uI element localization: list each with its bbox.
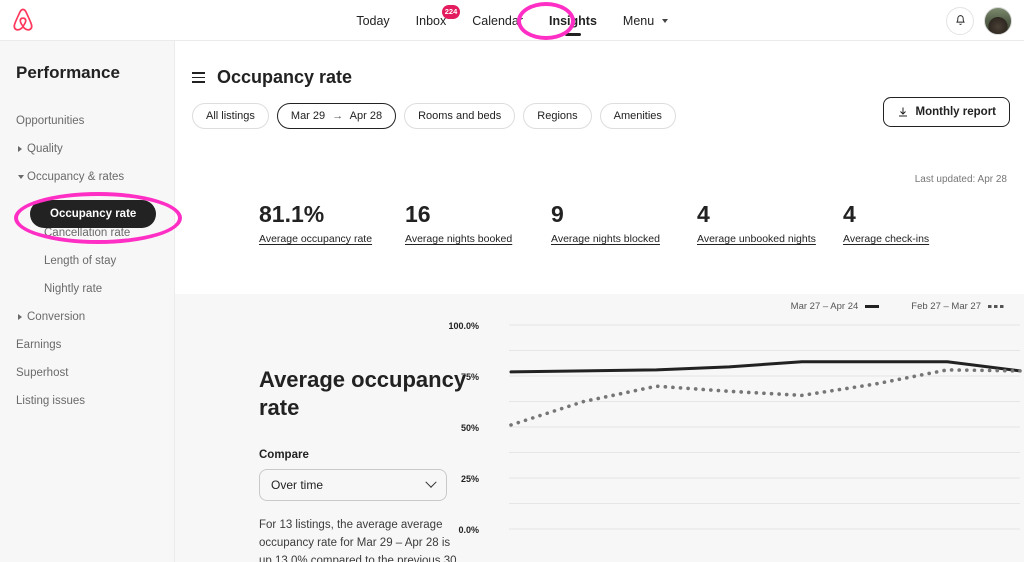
arrow-right-icon: → <box>332 110 344 122</box>
nav-item-calendar-label: Calendar <box>472 13 523 28</box>
stat-average-occupancy-rate: 81.1% Average occupancy rate <box>259 201 405 247</box>
title-row: Occupancy rate <box>192 67 1004 88</box>
stat-value: 4 <box>697 201 710 227</box>
stat-average-unbooked-nights: 4 Average unbooked nights <box>697 201 843 247</box>
sidebar-item-conversion[interactable]: Conversion <box>0 303 174 331</box>
sidebar-item-listing-issues[interactable]: Listing issues <box>0 387 174 415</box>
sidebar-item-label: Listing issues <box>16 395 86 407</box>
sidebar-item-label: Quality <box>27 143 63 155</box>
sidebar-item-label: Conversion <box>27 311 86 323</box>
stat-label[interactable]: Average nights blocked <box>551 233 660 245</box>
nav-item-inbox-label: Inbox <box>415 13 447 28</box>
sidebar-item-label: Nightly rate <box>44 283 103 295</box>
nav-items: Today Inbox 224 Calendar Insights Menu <box>0 0 1024 41</box>
chip-date-range[interactable]: Mar 29 → Apr 28 <box>276 103 397 129</box>
stat-average-check-ins: 4 Average check-ins <box>843 201 989 247</box>
occupancy-line-chart <box>509 324 1022 530</box>
download-icon <box>898 107 907 117</box>
y-axis-label-25: 25% <box>460 474 479 484</box>
sidebar-item-nightly-rate[interactable]: Nightly rate <box>0 275 174 303</box>
nav-item-insights[interactable]: Insights <box>547 11 599 31</box>
monthly-report-label: Monthly report <box>915 106 997 118</box>
sidebar-item-occupancy-and-rates[interactable]: Occupancy & rates <box>0 163 174 191</box>
chart-description: For 13 listings, the average average occ… <box>259 519 457 562</box>
stats-row: 81.1% Average occupancy rate 16 Average … <box>259 201 989 247</box>
compare-select-value: Over time <box>271 478 324 492</box>
chip-amenities[interactable]: Amenities <box>599 103 676 129</box>
nav-right-actions <box>946 0 1012 41</box>
page-title: Performance <box>16 63 120 82</box>
main-content: Occupancy rate All listings Mar 29 → Apr… <box>175 41 1024 562</box>
stat-label[interactable]: Average nights booked <box>405 233 512 245</box>
chip-all-listings[interactable]: All listings <box>192 103 269 129</box>
chevron-down-icon <box>661 19 668 24</box>
compare-label: Compare <box>259 449 309 461</box>
chart-plot-area: Mar 27 – Apr 24 Feb 27 – Mar 27 100.0% 7… <box>448 294 1024 562</box>
stat-average-nights-blocked: 9 Average nights blocked <box>551 201 697 247</box>
nav-item-today-label: Today <box>356 13 390 28</box>
sidebar-item-occupancy-rate[interactable]: Occupancy rate <box>30 200 157 228</box>
page-title-heading: Occupancy rate <box>217 67 353 87</box>
sidebar-item-label: Cancellation rate <box>44 227 131 239</box>
avatar[interactable] <box>984 6 1012 35</box>
sidebar-item-opportunities[interactable]: Opportunities <box>0 107 174 135</box>
nav-item-menu[interactable]: Menu <box>621 11 670 31</box>
chip-regions[interactable]: Regions <box>523 103 592 129</box>
sidebar-item-earnings[interactable]: Earnings <box>0 331 174 359</box>
sidebar-item-label: Occupancy & rates <box>27 171 125 183</box>
sidebar-item-label: Length of stay <box>44 255 117 267</box>
stat-label[interactable]: Average check-ins <box>843 233 929 245</box>
stat-average-nights-booked: 16 Average nights booked <box>405 201 551 247</box>
monthly-report-button[interactable]: Monthly report <box>882 97 1010 127</box>
stat-label[interactable]: Average unbooked nights <box>697 233 816 245</box>
nav-item-today[interactable]: Today <box>354 11 391 31</box>
sidebar-item-superhost[interactable]: Superhost <box>0 359 174 387</box>
compare-select[interactable]: Over time <box>259 469 447 501</box>
stat-value: 81.1% <box>259 201 325 227</box>
date-range-end: Apr 28 <box>349 110 383 122</box>
sidebar-item-label: Superhost <box>16 367 69 379</box>
nav-item-menu-label: Menu <box>622 13 655 28</box>
stat-value: 9 <box>551 201 564 227</box>
top-navigation-bar: Today Inbox 224 Calendar Insights Menu <box>0 0 1024 41</box>
nav-item-inbox[interactable]: Inbox 224 <box>414 4 461 31</box>
chevron-right-icon <box>18 314 22 320</box>
y-axis-label-75: 75% <box>460 372 479 382</box>
bell-icon[interactable] <box>946 6 974 35</box>
inbox-unread-badge: 224 <box>441 4 461 19</box>
chart-section: Average occupancy rate Compare Over time… <box>175 294 1024 562</box>
chevron-right-icon <box>18 146 22 152</box>
sidebar-item-label: Occupancy rate <box>50 208 137 220</box>
nav-item-insights-label: Insights <box>549 13 597 28</box>
hamburger-icon[interactable] <box>192 72 205 83</box>
y-axis-label-100: 100.0% <box>448 321 479 331</box>
sidebar-item-length-of-stay[interactable]: Length of stay <box>0 247 174 275</box>
y-axis-label-0: 0.0% <box>458 525 479 535</box>
chevron-down-icon <box>18 175 24 179</box>
sidebar-item-label: Earnings <box>16 339 62 351</box>
chip-rooms-and-beds[interactable]: Rooms and beds <box>404 103 516 129</box>
sidebar-item-quality[interactable]: Quality <box>0 135 174 163</box>
stat-value: 16 <box>405 201 431 227</box>
stat-label[interactable]: Average occupancy rate <box>259 233 372 245</box>
stat-value: 4 <box>843 201 856 227</box>
sidebar-item-label: Opportunities <box>16 115 85 127</box>
nav-item-calendar[interactable]: Calendar <box>470 11 525 31</box>
y-axis-label-50: 50% <box>460 423 479 433</box>
date-range-start: Mar 29 <box>290 110 326 122</box>
last-updated-text: Last updated: Apr 28 <box>914 174 1007 185</box>
sidebar: Performance Opportunities Quality Occupa… <box>0 41 175 562</box>
